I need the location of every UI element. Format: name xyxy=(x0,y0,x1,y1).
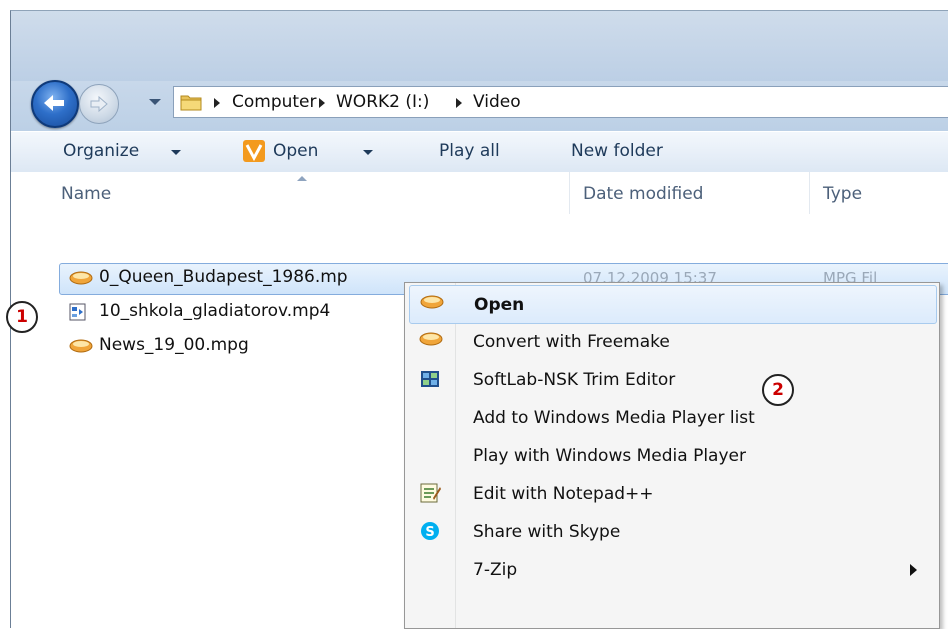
address-bar[interactable]: Computer WORK2 (I:) Video xyxy=(173,86,948,118)
breadcrumb-video[interactable]: Video xyxy=(473,92,521,112)
skype-icon: S xyxy=(421,522,439,540)
menu-item-open[interactable]: Open xyxy=(409,285,937,324)
submenu-arrow-icon xyxy=(910,564,917,576)
video-file-icon xyxy=(69,339,93,353)
freemake-v-icon xyxy=(243,140,265,162)
menu-item-label: 7-Zip xyxy=(473,560,518,580)
breadcrumb-drive[interactable]: WORK2 (I:) xyxy=(336,92,429,112)
menu-item-notepad[interactable]: Edit with Notepad++ xyxy=(409,475,935,512)
breadcrumb-computer[interactable]: Computer xyxy=(232,92,317,112)
menu-item-7zip[interactable]: 7-Zip xyxy=(409,551,935,588)
sort-ascending-icon xyxy=(297,176,307,181)
file-name: News_19_00.mpg xyxy=(99,335,249,355)
media-file-icon xyxy=(69,303,86,321)
breadcrumb-separator[interactable] xyxy=(456,98,462,108)
column-date-modified[interactable]: Date modified xyxy=(583,184,703,204)
context-menu: Open Convert with Freemake SoftLab-NSK T… xyxy=(404,282,940,629)
menu-item-label: Convert with Freemake xyxy=(473,332,670,352)
file-name: 0_Queen_Budapest_1986.mp xyxy=(99,267,348,287)
menu-item-add-wmp-list[interactable]: Add to Windows Media Player list xyxy=(409,399,935,436)
column-name[interactable]: Name xyxy=(61,184,111,204)
column-divider[interactable] xyxy=(569,172,570,214)
command-bar: Organize Open Play all New folder xyxy=(11,131,948,173)
column-type[interactable]: Type xyxy=(823,184,862,204)
forward-button[interactable] xyxy=(79,84,119,124)
breadcrumb-separator[interactable] xyxy=(319,98,325,108)
chevron-down-icon xyxy=(171,150,181,155)
open-button[interactable]: Open xyxy=(273,141,318,161)
annotation-badge-1: 1 xyxy=(6,301,38,333)
back-button[interactable] xyxy=(31,80,79,128)
menu-item-convert-freemake[interactable]: Convert with Freemake xyxy=(409,323,935,360)
title-bar xyxy=(11,11,948,81)
notepad-icon xyxy=(420,483,441,503)
recent-pages-dropdown[interactable] xyxy=(149,99,161,105)
menu-item-trim-editor[interactable]: SoftLab-NSK Trim Editor xyxy=(409,361,935,398)
menu-item-label: SoftLab-NSK Trim Editor xyxy=(473,370,676,390)
annotation-badge-2: 2 xyxy=(762,374,794,406)
back-arrow-icon xyxy=(44,95,64,111)
freemake-icon xyxy=(419,332,443,346)
menu-item-label: Open xyxy=(474,295,525,315)
svg-text:S: S xyxy=(425,525,434,540)
menu-item-play-wmp[interactable]: Play with Windows Media Player xyxy=(409,437,935,474)
menu-item-label: Share with Skype xyxy=(473,522,621,542)
video-file-icon xyxy=(69,271,93,285)
breadcrumb-separator[interactable] xyxy=(214,98,220,108)
organize-button[interactable]: Organize xyxy=(63,141,139,161)
menu-item-skype[interactable]: S Share with Skype xyxy=(409,513,935,550)
folder-icon xyxy=(180,95,202,111)
forward-arrow-icon xyxy=(90,95,108,113)
trim-editor-icon xyxy=(421,371,439,387)
menu-item-label: Add to Windows Media Player list xyxy=(473,408,755,428)
column-header: Name Date modified Type xyxy=(11,172,948,214)
video-file-icon xyxy=(420,295,444,309)
chevron-down-icon xyxy=(363,150,373,155)
menu-item-label: Play with Windows Media Player xyxy=(473,446,746,466)
play-all-button[interactable]: Play all xyxy=(439,141,500,161)
new-folder-button[interactable]: New folder xyxy=(571,141,663,161)
menu-item-label: Edit with Notepad++ xyxy=(473,484,654,504)
file-name: 10_shkola_gladiatorov.mp4 xyxy=(99,301,331,321)
column-divider[interactable] xyxy=(809,172,810,214)
